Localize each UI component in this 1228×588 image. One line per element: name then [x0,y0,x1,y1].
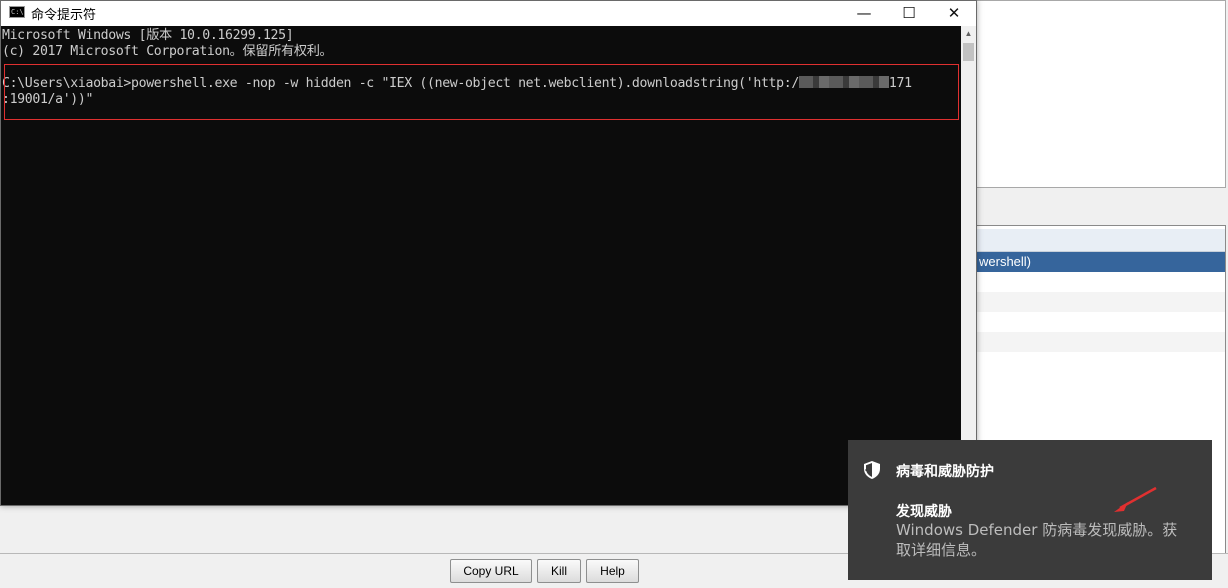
kill-button[interactable]: Kill [537,559,581,583]
vertical-scrollbar[interactable]: ▲ [961,26,976,505]
title-bar[interactable]: C:\ 命令提示符 — ☐ ✕ [1,1,976,26]
notification-body: Windows Defender 防病毒发现威胁。获取详细信息。 [896,521,1178,559]
console-app-icon: C:\ [9,6,25,18]
minimize-button[interactable]: — [841,1,887,26]
console-line: Microsoft Windows [版本 10.0.16299.125] [2,28,294,43]
notification-app-name: 病毒和威胁防护 [896,464,994,480]
table-row[interactable] [977,272,1225,292]
table-row[interactable] [977,292,1225,312]
help-button[interactable]: Help [586,559,639,583]
background-panel [976,0,1226,188]
command-prompt-window[interactable]: C:\ 命令提示符 — ☐ ✕ Microsoft Windows [版本 10… [0,0,977,506]
notification-heading: 发现威胁 [896,504,952,520]
table-row[interactable] [977,332,1225,352]
close-button[interactable]: ✕ [931,1,977,26]
highlight-box [4,64,959,120]
console-output[interactable]: Microsoft Windows [版本 10.0.16299.125] (c… [1,26,961,505]
table-header [977,229,1225,252]
console-line: (c) 2017 Microsoft Corporation。保留所有权利。 [2,44,333,59]
copy-url-button[interactable]: Copy URL [450,559,532,583]
table-row[interactable] [977,312,1225,332]
table-row[interactable]: wershell) [977,252,1225,272]
window-title: 命令提示符 [31,8,97,23]
shield-icon [864,461,880,479]
annotation-arrow-icon [1114,486,1157,512]
scroll-thumb[interactable] [963,43,974,61]
maximize-button[interactable]: ☐ [886,1,932,26]
scroll-up-icon[interactable]: ▲ [961,26,976,42]
